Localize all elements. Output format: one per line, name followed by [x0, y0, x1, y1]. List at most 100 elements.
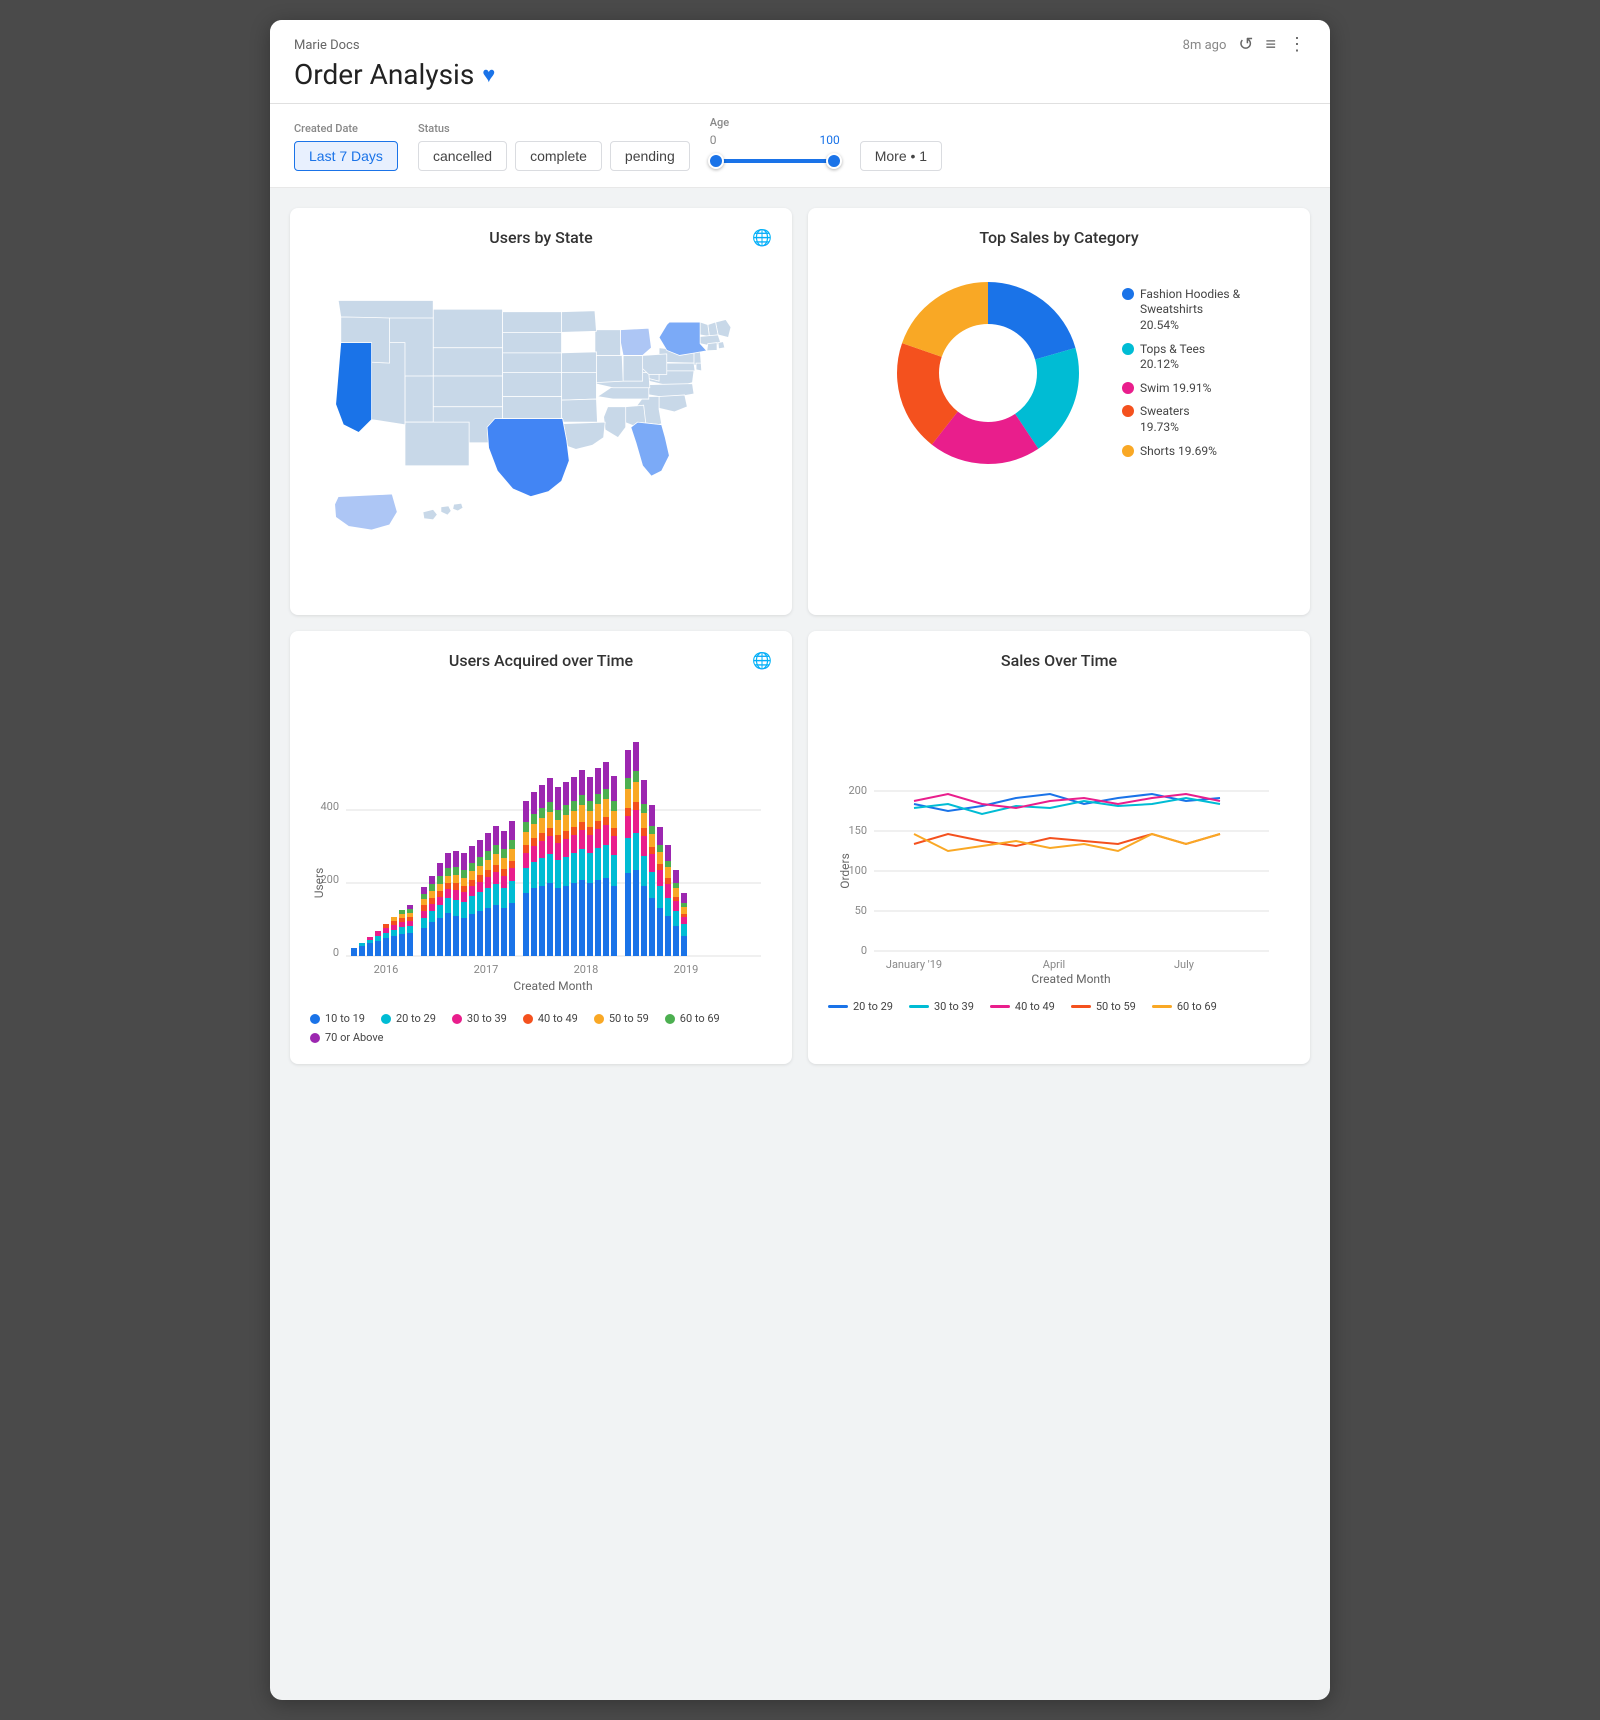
- legend-label-20-29: 20 to 29: [396, 1012, 436, 1025]
- status-pending[interactable]: pending: [610, 141, 690, 171]
- legend-30-39: 30 to 39: [452, 1012, 507, 1025]
- header-top: Marie Docs 8m ago ↺ ≡ ⋮: [294, 36, 1306, 54]
- slider-thumb-left[interactable]: [708, 153, 724, 169]
- page-title: Order Analysis: [294, 58, 474, 91]
- more-icon[interactable]: ⋮: [1288, 36, 1306, 54]
- age-min: 0: [710, 133, 717, 147]
- title-row: Order Analysis ♥: [294, 58, 1306, 91]
- workspace-label: Marie Docs: [294, 38, 360, 53]
- svg-text:200: 200: [848, 784, 867, 797]
- users-by-state-card: Users by State 🌐: [290, 208, 792, 615]
- users-acquired-card: Users Acquired over Time 🌐 0 200 400 Use…: [290, 631, 792, 1064]
- line-legend-30-39: 30 to 39: [909, 1000, 974, 1013]
- age-max: 100: [820, 133, 840, 147]
- donut-container: Fashion Hoodies &Sweatshirts20.54% Tops …: [828, 263, 1290, 483]
- sales-over-time-card: Sales Over Time 0 50 100 150 200 Orders: [808, 631, 1310, 1064]
- legend-label-70-above: 70 or Above: [325, 1031, 383, 1044]
- bar-chart-svg: 0 200 400 Users 2016 2017 2018 2019 Crea…: [310, 698, 772, 998]
- legend-dot-shorts: [1122, 445, 1134, 457]
- svg-text:January '19: January '19: [886, 958, 942, 971]
- age-slider[interactable]: [710, 151, 840, 171]
- svg-text:2016: 2016: [374, 963, 399, 976]
- top-sales-title: Top Sales by Category: [828, 228, 1290, 247]
- legend-label-30-39: 30 to 39: [467, 1012, 507, 1025]
- svg-text:2018: 2018: [574, 963, 599, 976]
- legend-label-tops: Tops & Tees20.12%: [1140, 342, 1205, 373]
- alaska-state[interactable]: [335, 494, 398, 530]
- users-by-state-header: Users by State 🌐: [310, 228, 772, 263]
- bars-2019: [625, 742, 687, 956]
- legend-dot-swim: [1122, 382, 1134, 394]
- legend-label-60-69: 60 to 69: [680, 1012, 720, 1025]
- status-complete[interactable]: complete: [515, 141, 602, 171]
- line-chart-legend: 20 to 29 30 to 39 40 to 49 50 to 59 60 t…: [828, 1000, 1290, 1013]
- legend-sweaters: Sweaters19.73%: [1122, 404, 1240, 435]
- donut-legend: Fashion Hoodies &Sweatshirts20.54% Tops …: [1122, 287, 1240, 459]
- legend-circle-10-19: [310, 1014, 320, 1024]
- legend-label-line-60-69: 60 to 69: [1177, 1000, 1217, 1013]
- svg-text:400: 400: [320, 800, 339, 813]
- legend-line-50-59: [1071, 1005, 1091, 1008]
- top-sales-card: Top Sales by Category: [808, 208, 1310, 615]
- header-actions: 8m ago ↺ ≡ ⋮: [1183, 36, 1306, 54]
- legend-50-59: 50 to 59: [594, 1012, 649, 1025]
- legend-line-20-29: [828, 1005, 848, 1008]
- refresh-icon[interactable]: ↺: [1238, 36, 1253, 54]
- svg-text:Created Month: Created Month: [1031, 972, 1110, 986]
- svg-text:April: April: [1043, 958, 1065, 971]
- legend-dot-sweaters: [1122, 405, 1134, 417]
- legend-line-40-49: [990, 1005, 1010, 1008]
- app-container: Marie Docs 8m ago ↺ ≡ ⋮ Order Analysis ♥…: [270, 20, 1330, 1700]
- florida-state[interactable]: [631, 422, 670, 476]
- legend-circle-20-29: [381, 1014, 391, 1024]
- line-legend-40-49: 40 to 49: [990, 1000, 1055, 1013]
- heart-icon[interactable]: ♥: [482, 62, 495, 88]
- svg-text:Orders: Orders: [838, 853, 852, 889]
- age-label: Age: [710, 116, 840, 129]
- svg-text:0: 0: [333, 946, 339, 959]
- globe-icon-bar[interactable]: 🌐: [752, 651, 772, 670]
- filter-icon[interactable]: ≡: [1265, 36, 1276, 54]
- svg-text:Users: Users: [312, 868, 326, 899]
- line-legend-50-59: 50 to 59: [1071, 1000, 1136, 1013]
- us-map-container: [310, 275, 772, 595]
- timestamp: 8m ago: [1183, 38, 1227, 53]
- legend-circle-30-39: [452, 1014, 462, 1024]
- slider-thumb-right[interactable]: [826, 153, 842, 169]
- us-map-svg: [310, 275, 772, 595]
- more-button[interactable]: More • 1: [860, 141, 942, 171]
- texas-state[interactable]: [487, 419, 569, 497]
- bars-2017: [421, 821, 515, 956]
- globe-icon-map[interactable]: 🌐: [752, 228, 772, 247]
- bars-2016: [351, 905, 413, 956]
- line-legend-60-69: 60 to 69: [1152, 1000, 1217, 1013]
- slider-track: [710, 159, 840, 163]
- legend-70-above: 70 or Above: [310, 1031, 383, 1044]
- charts-grid: Users by State 🌐: [270, 188, 1330, 1084]
- created-date-label: Created Date: [294, 122, 398, 135]
- michigan-state[interactable]: [621, 328, 652, 355]
- svg-text:2019: 2019: [674, 963, 699, 976]
- last7days-button[interactable]: Last 7 Days: [294, 141, 398, 171]
- legend-10-19: 10 to 19: [310, 1012, 365, 1025]
- legend-label-line-30-39: 30 to 39: [934, 1000, 974, 1013]
- legend-label-swim: Swim 19.91%: [1140, 381, 1212, 397]
- created-date-filter: Created Date Last 7 Days: [294, 122, 398, 171]
- filters-row: Created Date Last 7 Days Status cancelle…: [270, 104, 1330, 188]
- sales-over-time-title: Sales Over Time: [828, 651, 1290, 670]
- legend-40-49: 40 to 49: [523, 1012, 578, 1025]
- status-cancelled[interactable]: cancelled: [418, 141, 507, 171]
- legend-shorts: Shorts 19.69%: [1122, 444, 1240, 460]
- legend-fashion: Fashion Hoodies &Sweatshirts20.54%: [1122, 287, 1240, 334]
- age-filter-group: Age 0 100: [710, 116, 840, 171]
- legend-swim: Swim 19.91%: [1122, 381, 1240, 397]
- legend-circle-60-69: [665, 1014, 675, 1024]
- legend-circle-40-49: [523, 1014, 533, 1024]
- legend-20-29: 20 to 29: [381, 1012, 436, 1025]
- line-legend-20-29: 20 to 29: [828, 1000, 893, 1013]
- legend-line-60-69: [1152, 1005, 1172, 1008]
- users-acquired-title: Users Acquired over Time: [426, 651, 657, 670]
- california-state[interactable]: [336, 343, 372, 433]
- users-by-state-title: Users by State: [426, 228, 657, 247]
- svg-text:2017: 2017: [474, 963, 499, 976]
